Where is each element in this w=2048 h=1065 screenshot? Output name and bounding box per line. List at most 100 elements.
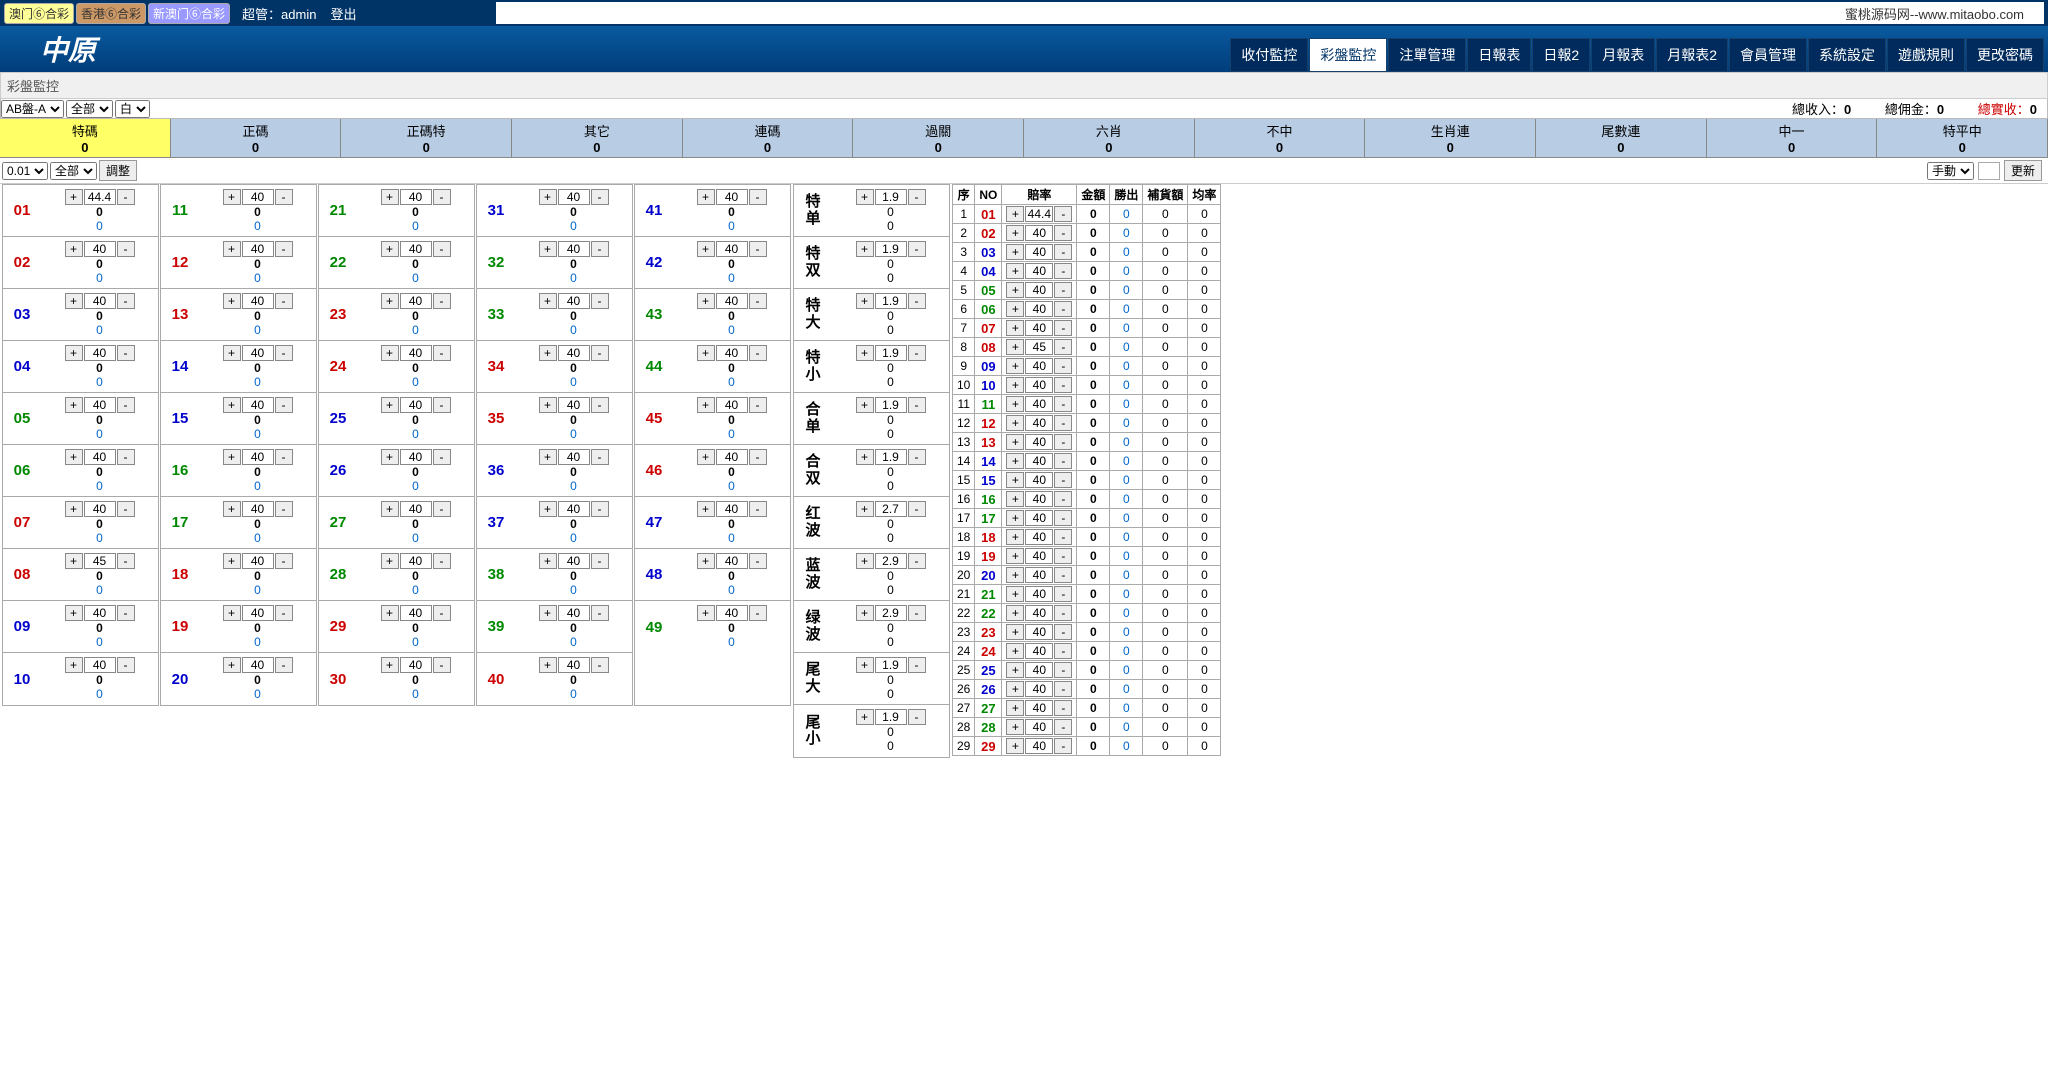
minus-button[interactable]: - bbox=[433, 605, 451, 621]
logout-link[interactable]: 登出 bbox=[330, 4, 356, 23]
odds-input[interactable] bbox=[1025, 415, 1053, 431]
plus-button[interactable]: + bbox=[1006, 738, 1024, 754]
nav-tab[interactable]: 日報表 bbox=[1467, 38, 1531, 72]
minus-button[interactable]: - bbox=[1054, 738, 1072, 754]
odds-input[interactable] bbox=[1025, 510, 1053, 526]
odds-input[interactable] bbox=[84, 553, 116, 569]
plus-button[interactable]: + bbox=[223, 605, 241, 621]
plus-button[interactable]: + bbox=[381, 657, 399, 673]
plus-button[interactable]: + bbox=[381, 397, 399, 413]
plus-button[interactable]: + bbox=[1006, 358, 1024, 374]
odds-input[interactable] bbox=[716, 241, 748, 257]
odds-input[interactable] bbox=[242, 605, 274, 621]
plus-button[interactable]: + bbox=[539, 657, 557, 673]
plus-button[interactable]: + bbox=[1006, 244, 1024, 260]
adjust-button[interactable]: 調整 bbox=[99, 160, 137, 181]
plus-button[interactable]: + bbox=[856, 397, 874, 413]
plus-button[interactable]: + bbox=[223, 553, 241, 569]
minus-button[interactable]: - bbox=[275, 293, 293, 309]
minus-button[interactable]: - bbox=[749, 501, 767, 517]
plus-button[interactable]: + bbox=[539, 605, 557, 621]
category-tab[interactable]: 特碼0 bbox=[0, 119, 171, 157]
plus-button[interactable]: + bbox=[539, 553, 557, 569]
plus-button[interactable]: + bbox=[1006, 567, 1024, 583]
minus-button[interactable]: - bbox=[117, 501, 135, 517]
category-tab[interactable]: 生肖連0 bbox=[1365, 119, 1536, 157]
category-tab[interactable]: 六肖0 bbox=[1024, 119, 1195, 157]
plus-button[interactable]: + bbox=[1006, 301, 1024, 317]
plus-button[interactable]: + bbox=[1006, 472, 1024, 488]
odds-input[interactable] bbox=[242, 449, 274, 465]
minus-button[interactable]: - bbox=[908, 449, 926, 465]
plus-button[interactable]: + bbox=[697, 189, 715, 205]
odds-input[interactable] bbox=[1025, 491, 1053, 507]
plus-button[interactable]: + bbox=[856, 241, 874, 257]
nav-tab[interactable]: 彩盤監控 bbox=[1309, 38, 1387, 72]
plus-button[interactable]: + bbox=[1006, 339, 1024, 355]
minus-button[interactable]: - bbox=[591, 553, 609, 569]
plus-button[interactable]: + bbox=[1006, 624, 1024, 640]
minus-button[interactable]: - bbox=[1054, 358, 1072, 374]
odds-input[interactable] bbox=[1025, 681, 1053, 697]
plus-button[interactable]: + bbox=[539, 345, 557, 361]
plus-button[interactable]: + bbox=[223, 397, 241, 413]
plus-button[interactable]: + bbox=[1006, 605, 1024, 621]
plus-button[interactable]: + bbox=[381, 189, 399, 205]
minus-button[interactable]: - bbox=[433, 397, 451, 413]
plus-button[interactable]: + bbox=[697, 553, 715, 569]
minus-button[interactable]: - bbox=[749, 397, 767, 413]
odds-input[interactable] bbox=[1025, 605, 1053, 621]
odds-input[interactable] bbox=[84, 605, 116, 621]
odds-input[interactable] bbox=[1025, 396, 1053, 412]
category-tab[interactable]: 中一0 bbox=[1707, 119, 1878, 157]
plus-button[interactable]: + bbox=[1006, 586, 1024, 602]
minus-button[interactable]: - bbox=[1054, 282, 1072, 298]
plus-button[interactable]: + bbox=[856, 709, 874, 725]
plus-button[interactable]: + bbox=[65, 449, 83, 465]
minus-button[interactable]: - bbox=[749, 605, 767, 621]
minus-button[interactable]: - bbox=[1054, 206, 1072, 222]
plus-button[interactable]: + bbox=[856, 501, 874, 517]
plus-button[interactable]: + bbox=[697, 605, 715, 621]
minus-button[interactable]: - bbox=[1054, 225, 1072, 241]
minus-button[interactable]: - bbox=[1054, 643, 1072, 659]
minus-button[interactable]: - bbox=[1054, 605, 1072, 621]
odds-input[interactable] bbox=[84, 501, 116, 517]
odds-input[interactable] bbox=[875, 501, 907, 517]
plus-button[interactable]: + bbox=[1006, 510, 1024, 526]
plus-button[interactable]: + bbox=[697, 241, 715, 257]
minus-button[interactable]: - bbox=[117, 189, 135, 205]
odds-input[interactable] bbox=[84, 241, 116, 257]
odds-input[interactable] bbox=[242, 241, 274, 257]
odds-input[interactable] bbox=[875, 553, 907, 569]
plus-button[interactable]: + bbox=[1006, 396, 1024, 412]
plus-button[interactable]: + bbox=[65, 345, 83, 361]
minus-button[interactable]: - bbox=[117, 449, 135, 465]
minus-button[interactable]: - bbox=[1054, 586, 1072, 602]
minus-button[interactable]: - bbox=[1054, 320, 1072, 336]
minus-button[interactable]: - bbox=[908, 501, 926, 517]
minus-button[interactable]: - bbox=[908, 241, 926, 257]
odds-input[interactable] bbox=[1025, 339, 1053, 355]
odds-input[interactable] bbox=[400, 501, 432, 517]
odds-input[interactable] bbox=[400, 345, 432, 361]
plus-button[interactable]: + bbox=[381, 293, 399, 309]
plus-button[interactable]: + bbox=[539, 189, 557, 205]
plus-button[interactable]: + bbox=[856, 345, 874, 361]
select-all[interactable]: 全部 bbox=[66, 100, 113, 118]
minus-button[interactable]: - bbox=[1054, 681, 1072, 697]
plus-button[interactable]: + bbox=[65, 501, 83, 517]
minus-button[interactable]: - bbox=[275, 449, 293, 465]
minus-button[interactable]: - bbox=[908, 709, 926, 725]
odds-input[interactable] bbox=[84, 345, 116, 361]
plus-button[interactable]: + bbox=[539, 397, 557, 413]
nav-tab[interactable]: 系統設定 bbox=[1808, 38, 1886, 72]
odds-input[interactable] bbox=[242, 293, 274, 309]
plus-button[interactable]: + bbox=[223, 189, 241, 205]
plus-button[interactable]: + bbox=[65, 553, 83, 569]
minus-button[interactable]: - bbox=[433, 657, 451, 673]
minus-button[interactable]: - bbox=[591, 189, 609, 205]
odds-input[interactable] bbox=[558, 189, 590, 205]
plus-button[interactable]: + bbox=[65, 397, 83, 413]
minus-button[interactable]: - bbox=[1054, 339, 1072, 355]
